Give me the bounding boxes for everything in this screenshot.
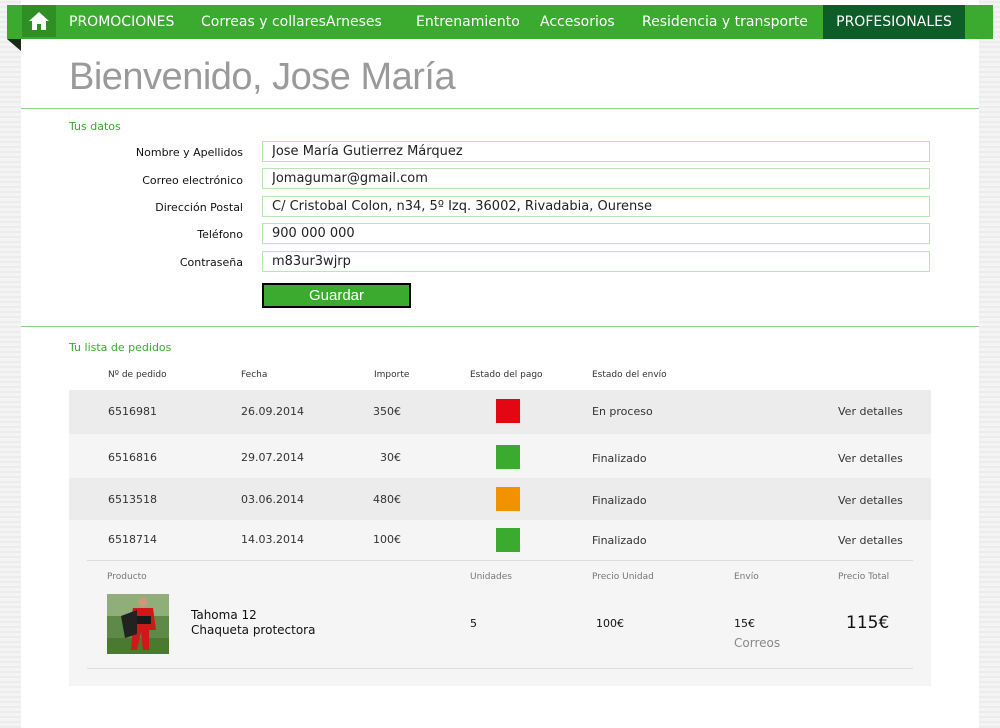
shipping-status: En proceso	[592, 405, 653, 418]
name-label: Nombre y Apellidos	[135, 146, 243, 159]
order-amount: 100€	[373, 533, 401, 546]
profile-section-title: Tus datos	[69, 120, 121, 133]
order-amount: 350€	[373, 405, 401, 418]
order-number: 6518714	[108, 533, 157, 546]
page-title: Bienvenido, Jose María	[69, 56, 456, 98]
col-header-date: Fecha	[241, 370, 268, 380]
table-row[interactable]: 6516981 26.09.2014 350€ En proceso Ver d…	[69, 390, 931, 434]
shipping-value: 15€	[734, 617, 755, 630]
payment-status-indicator	[496, 487, 520, 511]
nav-item-entrenamiento[interactable]: Entrenamiento	[416, 5, 520, 39]
view-details-link[interactable]: Ver detalles	[838, 452, 903, 465]
email-label: Correo electrónico	[142, 174, 243, 187]
order-date: 26.09.2014	[241, 405, 304, 418]
total-price-value: 115€	[846, 613, 890, 633]
nav-fold	[7, 39, 21, 51]
payment-status-indicator	[496, 445, 520, 469]
nav-item-accesorios[interactable]: Accesorios	[540, 5, 615, 39]
order-number: 6516981	[108, 405, 157, 418]
detail-header-product: Producto	[107, 572, 147, 582]
col-header-order-number: Nº de pedido	[108, 370, 167, 380]
nav-item-arneses[interactable]: Arneses	[326, 5, 382, 39]
order-amount: 30€	[380, 451, 401, 464]
shipping-status: Finalizado	[592, 452, 647, 465]
divider	[21, 108, 979, 109]
phone-field[interactable]	[262, 223, 930, 244]
shipping-status: Finalizado	[592, 534, 647, 547]
order-number: 6513518	[108, 493, 157, 506]
nav-item-promociones[interactable]: PROMOCIONES	[69, 5, 174, 39]
order-detail-panel: Producto Unidades Precio Unidad Envío Pr…	[69, 560, 931, 686]
table-row[interactable]: 6518714 14.03.2014 100€ Finalizado Ver d…	[69, 520, 931, 560]
units-value: 5	[470, 617, 477, 630]
product-description: Chaqueta protectora	[191, 623, 316, 637]
divider	[87, 668, 913, 669]
view-details-link[interactable]: Ver detalles	[838, 494, 903, 507]
carrier-value: Correos	[734, 636, 781, 650]
view-details-link[interactable]: Ver detalles	[838, 405, 903, 418]
detail-header-total: Precio Total	[838, 572, 890, 582]
detail-header-shipping: Envío	[734, 572, 759, 582]
address-label: Dirección Postal	[155, 201, 243, 214]
table-row[interactable]: 6513518 03.06.2014 480€ Finalizado Ver d…	[69, 478, 931, 520]
nav-item-correas[interactable]: Correas y collares	[201, 5, 326, 39]
col-header-shipping-status: Estado del envío	[592, 370, 667, 380]
view-details-link[interactable]: Ver detalles	[838, 534, 903, 547]
save-button[interactable]: Guardar	[262, 283, 411, 308]
col-header-payment-status: Estado del pago	[470, 370, 543, 380]
table-row[interactable]: 6516816 29.07.2014 30€ Finalizado Ver de…	[69, 434, 931, 478]
address-field[interactable]	[262, 196, 930, 217]
email-field[interactable]	[262, 168, 930, 189]
home-button[interactable]	[22, 5, 56, 37]
unit-price-value: 100€	[596, 617, 624, 630]
payment-status-indicator	[496, 528, 520, 552]
divider	[21, 326, 979, 327]
nav-item-profesionales[interactable]: PROFESIONALES	[823, 5, 965, 39]
detail-header-unit-price: Precio Unidad	[592, 572, 654, 582]
payment-status-indicator	[496, 399, 520, 423]
product-image	[107, 594, 169, 654]
product-name: Tahoma 12	[191, 608, 257, 622]
nav-item-residencia[interactable]: Residencia y transporte	[642, 5, 808, 39]
phone-label: Teléfono	[197, 228, 243, 241]
shipping-status: Finalizado	[592, 494, 647, 507]
order-date: 29.07.2014	[241, 451, 304, 464]
col-header-amount: Importe	[374, 370, 410, 380]
password-field[interactable]	[262, 251, 930, 272]
order-date: 14.03.2014	[241, 533, 304, 546]
divider	[87, 560, 913, 561]
order-amount: 480€	[373, 493, 401, 506]
order-date: 03.06.2014	[241, 493, 304, 506]
orders-section-title: Tu lista de pedidos	[69, 341, 172, 354]
detail-header-units: Unidades	[470, 572, 512, 582]
order-number: 6516816	[108, 451, 157, 464]
jacket-photo-icon	[107, 594, 169, 654]
name-field[interactable]	[262, 141, 930, 162]
home-icon	[29, 12, 49, 30]
password-label: Contraseña	[179, 256, 243, 269]
